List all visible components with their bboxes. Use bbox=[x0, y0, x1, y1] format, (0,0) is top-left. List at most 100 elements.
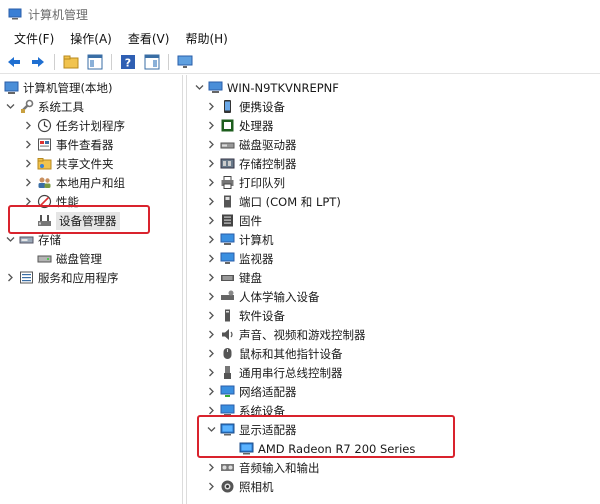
device-category-label: 监视器 bbox=[239, 251, 274, 266]
device-category-row[interactable]: 打印队列 bbox=[205, 173, 285, 192]
chevron-right-icon[interactable] bbox=[205, 234, 217, 246]
chevron-right-icon[interactable] bbox=[205, 215, 217, 227]
chevron-right-icon[interactable] bbox=[205, 101, 217, 113]
menu-help[interactable]: 帮助(H) bbox=[177, 30, 235, 47]
device-category-label: 磁盘驱动器 bbox=[239, 137, 297, 152]
chevron-right-icon[interactable] bbox=[205, 177, 217, 189]
camera-icon bbox=[220, 479, 235, 494]
audio-io-icon bbox=[220, 460, 235, 475]
tree-item-system-tools[interactable]: 系统工具 bbox=[4, 97, 84, 116]
tree-label: 系统工具 bbox=[38, 99, 84, 114]
device-category-row[interactable]: 监视器 bbox=[205, 249, 274, 268]
device-category-label: 音频输入和输出 bbox=[239, 460, 320, 475]
svg-text:?: ? bbox=[125, 56, 131, 69]
device-category-label: 软件设备 bbox=[239, 308, 285, 323]
console-tree-icon[interactable] bbox=[85, 52, 105, 72]
menu-file[interactable]: 文件(F) bbox=[6, 30, 62, 47]
device-category-row[interactable]: 固件 bbox=[205, 211, 262, 230]
chevron-right-icon[interactable] bbox=[205, 310, 217, 322]
chevron-right-icon[interactable] bbox=[205, 253, 217, 265]
chevron-right-icon[interactable] bbox=[22, 158, 34, 170]
computer-icon bbox=[208, 80, 223, 95]
chevron-right-icon[interactable] bbox=[205, 386, 217, 398]
folder-up-icon[interactable] bbox=[61, 52, 81, 72]
computer-management-icon bbox=[4, 80, 19, 95]
tree-label: 服务和应用程序 bbox=[38, 270, 119, 285]
device-category-row[interactable]: 音频输入和输出 bbox=[205, 458, 320, 477]
chevron-down-icon[interactable] bbox=[4, 234, 16, 246]
chevron-right-icon[interactable] bbox=[205, 196, 217, 208]
port-icon bbox=[220, 194, 235, 209]
device-category-row[interactable]: 网络适配器 bbox=[205, 382, 297, 401]
chevron-right-icon[interactable] bbox=[205, 367, 217, 379]
device-category-row[interactable]: 照相机 bbox=[205, 477, 274, 496]
chevron-right-icon[interactable] bbox=[22, 177, 34, 189]
disk-management-icon bbox=[37, 251, 52, 266]
device-category-row[interactable]: 鼠标和其他指针设备 bbox=[205, 344, 343, 363]
chevron-right-icon[interactable] bbox=[205, 481, 217, 493]
computer-icon bbox=[220, 232, 235, 247]
tree-item-event-viewer[interactable]: 事件查看器 bbox=[22, 135, 114, 154]
device-category-row[interactable]: 软件设备 bbox=[205, 306, 285, 325]
device-category-label: 计算机 bbox=[239, 232, 274, 247]
storage-icon bbox=[19, 232, 34, 247]
chevron-right-icon[interactable] bbox=[205, 120, 217, 132]
chevron-down-icon[interactable] bbox=[193, 82, 205, 94]
device-category-label: 鼠标和其他指针设备 bbox=[239, 346, 343, 361]
chevron-right-icon[interactable] bbox=[22, 139, 34, 151]
tree-item-task-scheduler[interactable]: 任务计划程序 bbox=[22, 116, 125, 135]
portable-device-icon bbox=[220, 99, 235, 114]
device-category-label: 网络适配器 bbox=[239, 384, 297, 399]
device-category-row[interactable]: 端口 (COM 和 LPT) bbox=[205, 192, 341, 211]
chevron-right-icon[interactable] bbox=[205, 158, 217, 170]
computer-management-icon bbox=[8, 8, 22, 20]
device-category-row[interactable]: 存储控制器 bbox=[205, 154, 297, 173]
tree-item-disk-management[interactable]: 磁盘管理 bbox=[37, 249, 102, 268]
toolbar-separator bbox=[168, 53, 169, 70]
chevron-right-icon[interactable] bbox=[205, 348, 217, 360]
mouse-icon bbox=[220, 346, 235, 361]
chevron-right-icon[interactable] bbox=[205, 291, 217, 303]
monitor-icon[interactable] bbox=[175, 52, 195, 72]
usb-icon bbox=[220, 365, 235, 380]
tree-item-shared-folders[interactable]: 共享文件夹 bbox=[22, 154, 114, 173]
highlight-device-manager bbox=[8, 205, 150, 234]
chevron-right-icon[interactable] bbox=[205, 272, 217, 284]
device-category-row[interactable]: 人体学输入设备 bbox=[205, 287, 320, 306]
tree-item-local-users[interactable]: 本地用户和组 bbox=[22, 173, 125, 192]
device-category-row[interactable]: 通用串行总线控制器 bbox=[205, 363, 343, 382]
device-tree-root[interactable]: WIN-N9TKVNREPNF bbox=[193, 78, 339, 97]
tree-label: 磁盘管理 bbox=[56, 251, 102, 266]
help-icon[interactable]: ? bbox=[118, 52, 138, 72]
device-category-row[interactable]: 键盘 bbox=[205, 268, 262, 287]
device-category-row[interactable]: 处理器 bbox=[205, 116, 274, 135]
device-category-row[interactable]: 便携设备 bbox=[205, 97, 285, 116]
firmware-icon bbox=[220, 213, 235, 228]
show-hide-icon[interactable] bbox=[142, 52, 162, 72]
device-category-row[interactable]: 声音、视频和游戏控制器 bbox=[205, 325, 366, 344]
toolbar: ? bbox=[0, 50, 600, 74]
chevron-right-icon[interactable] bbox=[205, 139, 217, 151]
chevron-right-icon[interactable] bbox=[205, 329, 217, 341]
disk-drive-icon bbox=[220, 137, 235, 152]
clock-icon bbox=[37, 118, 52, 133]
device-tree-pane: WIN-N9TKVNREPNF 便携设备 处理器 磁盘驱动器 存储控制器 打印队… bbox=[186, 75, 600, 504]
tree-item-services-apps[interactable]: 服务和应用程序 bbox=[4, 268, 119, 287]
device-category-label: 便携设备 bbox=[239, 99, 285, 114]
chevron-right-icon[interactable] bbox=[205, 462, 217, 474]
chevron-right-icon[interactable] bbox=[4, 272, 16, 284]
device-category-row[interactable]: 计算机 bbox=[205, 230, 274, 249]
device-category-label: 存储控制器 bbox=[239, 156, 297, 171]
device-category-row[interactable]: 磁盘驱动器 bbox=[205, 135, 297, 154]
forward-arrow-icon[interactable] bbox=[28, 52, 48, 72]
chevron-down-icon[interactable] bbox=[4, 101, 16, 113]
device-category-label: 打印队列 bbox=[239, 175, 285, 190]
menu-view[interactable]: 查看(V) bbox=[120, 30, 178, 47]
tree-label: 任务计划程序 bbox=[56, 118, 125, 133]
menu-action[interactable]: 操作(A) bbox=[62, 30, 120, 47]
chevron-right-icon[interactable] bbox=[22, 120, 34, 132]
printer-icon bbox=[220, 175, 235, 190]
event-viewer-icon bbox=[37, 137, 52, 152]
tree-item-root[interactable]: 计算机管理(本地) bbox=[4, 78, 112, 97]
back-arrow-icon[interactable] bbox=[4, 52, 24, 72]
